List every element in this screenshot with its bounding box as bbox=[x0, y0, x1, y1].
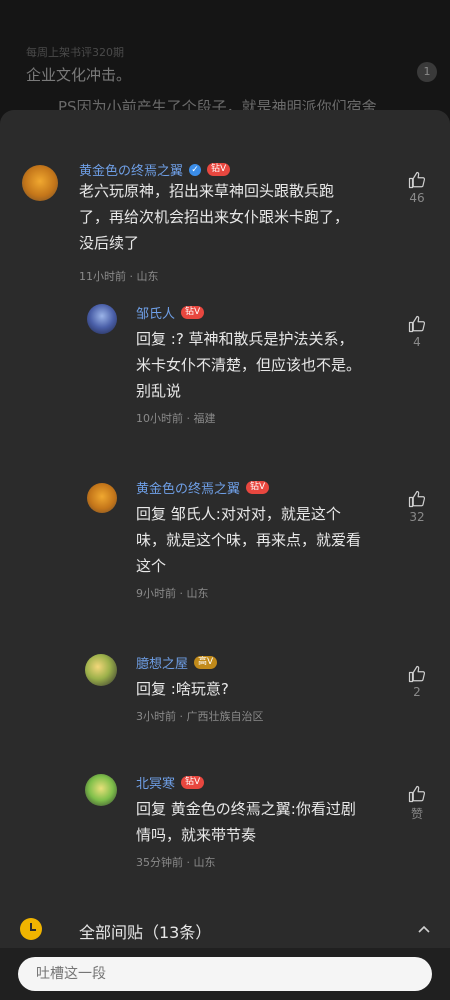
comment-meta: 10小时前 · 福建 bbox=[136, 412, 216, 425]
chevron-up-icon[interactable] bbox=[418, 924, 430, 936]
vip-badge: 钻V bbox=[181, 776, 205, 789]
all-comments-bar[interactable] bbox=[0, 910, 450, 948]
avatar[interactable] bbox=[22, 165, 58, 201]
like-count: 46 bbox=[409, 191, 425, 205]
vip-badge: 钻V bbox=[246, 481, 270, 494]
commenter-name[interactable]: 邹氏人 bbox=[136, 303, 175, 322]
like-button[interactable]: 46 bbox=[402, 171, 432, 205]
clock-icon bbox=[20, 918, 42, 940]
commenter-name[interactable]: 黄金色の终焉之翼 bbox=[79, 160, 183, 179]
thumbs-up-icon bbox=[408, 315, 426, 333]
thumbs-up-icon bbox=[408, 665, 426, 683]
background-top-text: 每周上架书评320期 bbox=[26, 46, 124, 59]
thumbs-up-icon bbox=[408, 171, 426, 189]
comment-meta: 11小时前 · 山东 bbox=[79, 270, 159, 283]
comment-body[interactable]: 回复 :? 草神和散兵是护法关系， 米卡女仆不清楚，但应该也不是。 别乱说 bbox=[136, 326, 361, 404]
comment-meta: 9小时前 · 山东 bbox=[136, 587, 209, 600]
all-comments-label[interactable]: 全部间贴（13条） bbox=[79, 919, 211, 943]
vip-badge: 高V bbox=[194, 656, 218, 669]
commenter-name[interactable]: 黄金色の终焉之翼 bbox=[136, 478, 240, 497]
like-count: 赞 bbox=[410, 807, 423, 821]
thumbs-up-icon bbox=[408, 785, 426, 803]
comment-input-area bbox=[0, 948, 450, 1000]
comment-body[interactable]: 回复 邹氏人:对对对，就是这个 味，就是这个味，再来点，就爱看 这个 bbox=[136, 501, 361, 579]
paragraph-comment-count-badge: 1 bbox=[417, 62, 437, 82]
like-button[interactable]: 2 bbox=[402, 665, 432, 699]
like-button[interactable]: 32 bbox=[402, 490, 432, 524]
comments-sheet: 黄金色の终焉之翼 ✓ 钻V 老六玩原神，招出来草神回头跟散兵跑 了，再给次机会招… bbox=[0, 110, 450, 1000]
like-count: 32 bbox=[409, 510, 425, 524]
like-button[interactable]: 4 bbox=[402, 315, 432, 349]
commenter-name[interactable]: 北冥寒 bbox=[136, 773, 175, 792]
like-button[interactable]: 赞 bbox=[402, 785, 432, 822]
avatar[interactable] bbox=[85, 774, 117, 806]
comment-meta: 35分钟前 · 山东 bbox=[136, 856, 216, 869]
comment-meta: 3小时前 · 广西壮族自治区 bbox=[136, 710, 264, 723]
like-count: 2 bbox=[413, 685, 421, 699]
comment-input[interactable] bbox=[18, 957, 432, 991]
avatar[interactable] bbox=[85, 654, 117, 686]
comment-body[interactable]: 回复 :啥玩意? bbox=[136, 676, 229, 702]
commenter-name[interactable]: 臆想之屋 bbox=[136, 653, 188, 672]
avatar[interactable] bbox=[87, 483, 117, 513]
thumbs-up-icon bbox=[408, 490, 426, 508]
verified-icon: ✓ bbox=[189, 163, 202, 176]
comment-body[interactable]: 回复 黄金色の终焉之翼:你看过剧 情吗，就来带节奏 bbox=[136, 796, 356, 848]
vip-badge: 钻V bbox=[181, 306, 205, 319]
vip-badge: 钻V bbox=[207, 163, 231, 176]
background-title: 企业文化冲击。 bbox=[26, 66, 132, 84]
avatar[interactable] bbox=[87, 304, 117, 334]
like-count: 4 bbox=[413, 335, 421, 349]
comment-body[interactable]: 老六玩原神，招出来草神回头跟散兵跑 了，再给次机会招出来女仆跟米卡跑了， 没后续… bbox=[79, 178, 349, 256]
